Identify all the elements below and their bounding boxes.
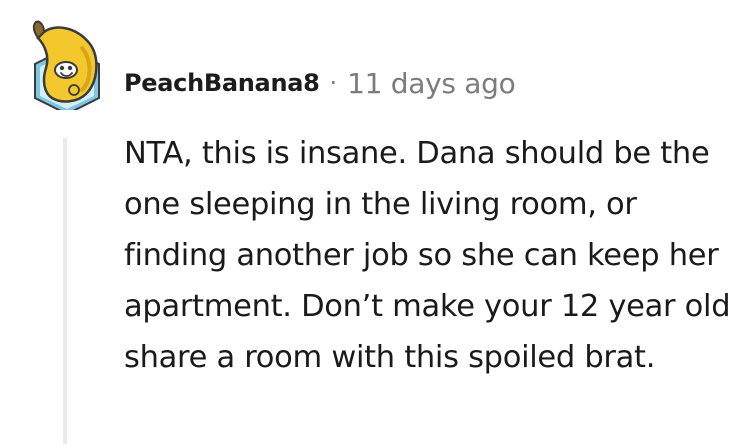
comment-timestamp[interactable]: 11 days ago [347, 67, 516, 100]
meta-separator: · [329, 69, 338, 97]
comment-text: NTA, this is insane. Dana should be the … [124, 136, 731, 375]
comment-body: NTA, this is insane. Dana should be the … [124, 128, 734, 383]
avatar[interactable] [24, 20, 110, 110]
thread-collapse-line[interactable] [63, 138, 67, 444]
banana-avatar-icon [32, 20, 100, 110]
author-username[interactable]: PeachBanana8 [124, 69, 320, 97]
comment-meta: PeachBanana8 · 11 days ago [124, 66, 516, 100]
